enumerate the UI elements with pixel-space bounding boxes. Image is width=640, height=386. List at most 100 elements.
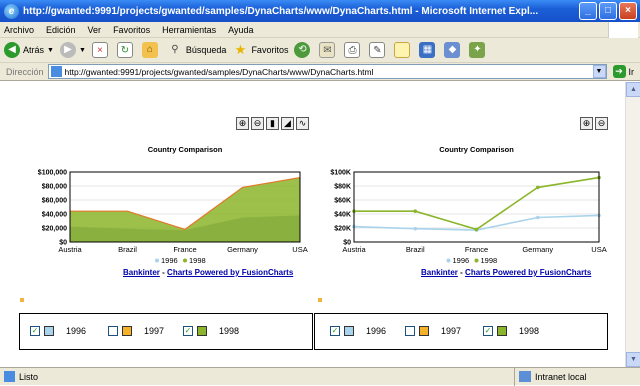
point-1996 [536, 216, 540, 220]
history-icon[interactable]: ⟲ [294, 42, 310, 58]
legend-marker-1996 [447, 259, 451, 263]
label-1996: 1996 [366, 326, 386, 336]
intranet-icon [519, 371, 531, 382]
series-toggle-1998[interactable]: ✓ 1998 [483, 326, 539, 336]
edit-icon[interactable]: ✎ [369, 42, 385, 58]
back-arrow-icon: ◀ [4, 42, 20, 58]
checkbox-1998[interactable]: ✓ [483, 326, 493, 336]
vertical-scrollbar[interactable]: ▲ ▼ [625, 82, 640, 367]
search-button[interactable]: ⚲ Búsqueda [167, 42, 227, 58]
bankinter-link[interactable]: Bankinter [421, 268, 458, 277]
series-toggle-1996[interactable]: ✓ 1996 [330, 326, 386, 336]
bar-chart-icon[interactable]: ▮ [266, 117, 279, 130]
menu-archivo[interactable]: Archivo [4, 25, 34, 35]
star-icon: ★ [232, 42, 248, 58]
print-icon[interactable]: ⎙ [344, 42, 360, 58]
y-tick-label: $60,000 [42, 198, 67, 205]
swatch-1998 [497, 326, 507, 336]
series-toggle-1998[interactable]: ✓ 1998 [183, 326, 239, 336]
close-button[interactable]: × [619, 2, 637, 20]
y-tick-label: $40,000 [42, 212, 67, 219]
zoom-in-icon[interactable]: ⊕ [580, 117, 593, 130]
stop-icon[interactable]: × [92, 42, 108, 58]
y-tick-label: $40K [334, 212, 351, 219]
fusioncharts-link[interactable]: Charts Powered by FusionCharts [167, 268, 293, 277]
series-toggle-1997[interactable]: 1997 [108, 326, 164, 336]
series-toggle-1997[interactable]: 1997 [405, 326, 461, 336]
back-label: Atrás [23, 45, 44, 55]
address-input[interactable]: http://gwanted:9991/projects/gwanted/sam… [48, 64, 607, 79]
research-icon[interactable]: ▦ [419, 42, 435, 58]
y-tick-label: $20K [334, 226, 351, 233]
discuss-icon[interactable] [394, 42, 410, 58]
page-status-icon [4, 371, 15, 382]
x-tick-label: Brazil [406, 245, 425, 254]
checkbox-1997[interactable] [405, 326, 415, 336]
home-icon[interactable]: ⌂ [142, 42, 158, 58]
go-arrow-icon: ➔ [613, 65, 626, 78]
line-1998 [354, 178, 599, 230]
page-content: ⊕ ⊖ ▮ ◢ ∿ ⊕ ⊖ Country Comparison$100,000… [0, 82, 625, 367]
zoom-out-icon[interactable]: ⊖ [595, 117, 608, 130]
swatch-1996 [344, 326, 354, 336]
chevron-down-icon[interactable]: ▼ [593, 65, 606, 78]
maximize-button[interactable]: □ [599, 2, 617, 20]
back-button[interactable]: ◀ Atrás ▼ [4, 42, 54, 58]
point-1998 [475, 228, 479, 232]
checkbox-1996[interactable]: ✓ [30, 326, 40, 336]
address-label: Dirección [0, 67, 48, 77]
series-toggle-panel: ✓ 1996 1997 ✓ 1998 [19, 313, 313, 350]
status-bar: Listo Intranet local [0, 367, 640, 385]
checkbox-1996[interactable]: ✓ [330, 326, 340, 336]
x-tick-label: Austria [58, 245, 82, 254]
zoom-out-icon[interactable]: ⊖ [251, 117, 264, 130]
line-chart-icon[interactable]: ∿ [296, 117, 309, 130]
label-1998: 1998 [519, 326, 539, 336]
menu-favoritos[interactable]: Favoritos [113, 25, 150, 35]
fusioncharts-link[interactable]: Charts Powered by FusionCharts [465, 268, 591, 277]
marker [318, 298, 322, 302]
menu-bar: Archivo Edición Ver Favoritos Herramient… [0, 22, 640, 38]
point-1996 [413, 227, 417, 231]
label-1996: 1996 [66, 326, 86, 336]
legend-label-1996: 1996 [453, 256, 470, 265]
forward-button[interactable]: ▶ ▼ [60, 42, 86, 58]
toolbar: ◀ Atrás ▼ ▶ ▼ × ↻ ⌂ ⚲ Búsqueda ★ Favorit… [0, 38, 640, 63]
page-icon [51, 66, 62, 77]
bankinter-link[interactable]: Bankinter [123, 268, 160, 277]
point-1998 [536, 186, 540, 190]
chevron-down-icon[interactable]: ▼ [79, 47, 86, 54]
title-bar: e http://gwanted:9991/projects/gwanted/s… [0, 0, 640, 22]
search-label: Búsqueda [186, 45, 227, 55]
x-tick-label: Brazil [118, 245, 137, 254]
y-tick-label: $20,000 [42, 226, 67, 233]
zoom-in-icon[interactable]: ⊕ [236, 117, 249, 130]
scroll-up-icon[interactable]: ▲ [626, 82, 640, 97]
chevron-down-icon[interactable]: ▼ [47, 47, 54, 54]
favorites-button[interactable]: ★ Favoritos [232, 42, 288, 58]
area-chart: Country Comparison$100,000$80,000$60,000… [20, 140, 310, 280]
go-button[interactable]: ➔ Ir [609, 65, 640, 78]
label-1997: 1997 [144, 326, 164, 336]
menu-ayuda[interactable]: Ayuda [228, 25, 253, 35]
chart-footer: Bankinter - Charts Powered by FusionChar… [421, 268, 591, 277]
series-toggle-1996[interactable]: ✓ 1996 [30, 326, 86, 336]
mail-icon[interactable]: ✉ [319, 42, 335, 58]
area-chart-icon[interactable]: ◢ [281, 117, 294, 130]
y-tick-label: $80,000 [42, 184, 67, 191]
ie-logo-icon: e [4, 4, 19, 19]
tools-icon[interactable]: ✦ [469, 42, 485, 58]
checkbox-1997[interactable] [108, 326, 118, 336]
legend-marker-1998 [183, 259, 187, 263]
menu-ver[interactable]: Ver [88, 25, 102, 35]
menu-herramientas[interactable]: Herramientas [162, 25, 216, 35]
messenger-icon[interactable]: ◆ [444, 42, 460, 58]
marker [20, 298, 24, 302]
window-title: http://gwanted:9991/projects/gwanted/sam… [23, 6, 579, 17]
checkbox-1998[interactable]: ✓ [183, 326, 193, 336]
chart-footer: Bankinter - Charts Powered by FusionChar… [123, 268, 293, 277]
refresh-icon[interactable]: ↻ [117, 42, 133, 58]
scroll-down-icon[interactable]: ▼ [626, 352, 640, 367]
menu-edicion[interactable]: Edición [46, 25, 76, 35]
minimize-button[interactable]: _ [579, 2, 597, 20]
